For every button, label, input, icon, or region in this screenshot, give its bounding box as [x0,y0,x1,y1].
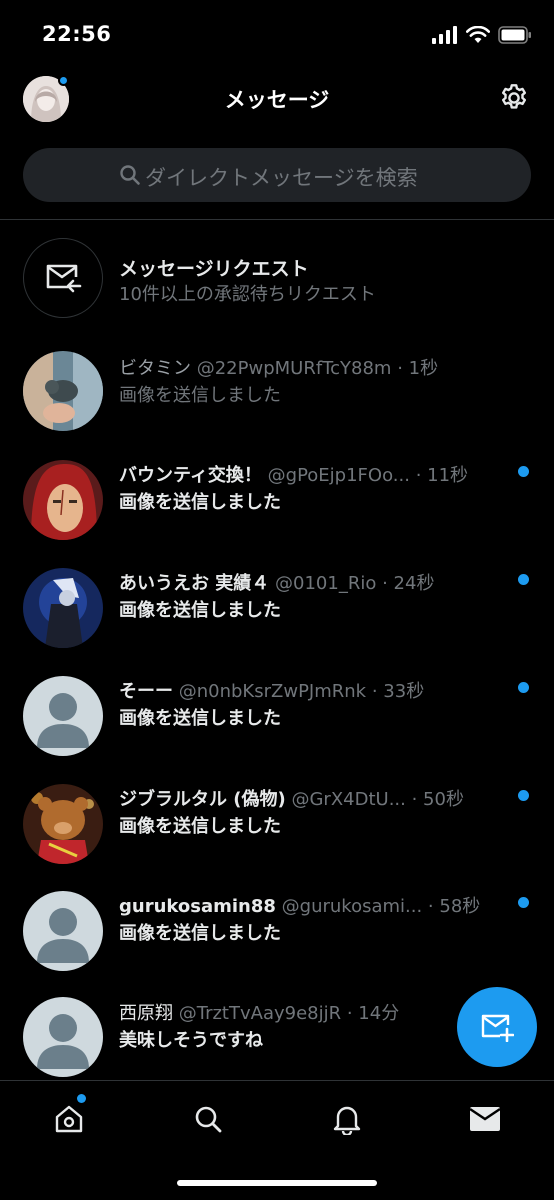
conversation-preview: 画像を送信しました [119,600,281,621]
new-message-button[interactable] [457,987,537,1067]
page-title: メッセージ [224,88,330,112]
conversation-header: あいうえお 実績４ @0101_Rio · 24秒 [119,569,514,595]
header: メッセージ [0,70,554,126]
conversation-time: · 33秒 [371,681,425,702]
unread-dot [518,466,529,477]
conversation-row[interactable]: ビタミン @22PwpMURfTcY88m · 1秒 画像を送信しました [0,343,554,443]
unread-dot [518,897,529,908]
default-avatar [23,891,103,971]
conversation-handle: @gurukosami... [281,896,423,917]
status-icons [432,24,532,46]
conversation-handle: @TrztTvAay9e8jjR [178,1003,342,1024]
conversation-name: gurukosamin88 [119,896,276,917]
message-request-icon-container [23,238,103,318]
status-bar: 22:56 [0,0,554,70]
messages-screen: 22:56 メッセージ ダイレクトメッセージを検索 メッセージリクエスト 10件… [0,0,554,1200]
battery-icon [498,26,531,44]
status-time: 22:56 [42,22,112,46]
default-avatar [23,676,103,756]
unread-dot [518,790,529,801]
avatar [23,568,103,648]
new-message-icon [481,1014,514,1042]
divider [0,219,554,220]
search-icon [195,1106,222,1133]
conversation-header: バウンティ交換！ @gPoEjp1FOo... · 11秒 [119,461,514,487]
conversation-time: · 14分 [346,1003,400,1024]
message-requests-subtitle: 10件以上の承認待ちリクエスト [119,284,376,305]
conversation-name: 西原翔 [119,1003,173,1024]
conversation-name: ジブラルタル (偽物) [119,789,286,810]
search-icon [120,165,140,185]
conversation-time: · 58秒 [427,896,481,917]
conversation-preview: 画像を送信しました [119,816,281,837]
tab-notifications[interactable] [327,1099,367,1139]
bell-icon [333,1106,361,1135]
unread-dot [518,574,529,585]
conversation-handle: @gPoEjp1FOo... [267,465,410,486]
mail-icon [469,1107,501,1131]
conversation-row[interactable]: そーー @n0nbKsrZwPJmRnk · 33秒 画像を送信しました [0,666,554,766]
conversation-row[interactable]: バウンティ交換！ @gPoEjp1FOo... · 11秒 画像を送信しました [0,450,554,550]
conversation-header: ビタミン @22PwpMURfTcY88m · 1秒 [119,354,514,380]
tab-search[interactable] [188,1099,228,1139]
conversation-time: · 11秒 [415,465,469,486]
conversation-preview: 画像を送信しました [119,923,281,944]
conversation-row[interactable]: あいうえお 実績４ @0101_Rio · 24秒 画像を送信しました [0,558,554,658]
conversation-name: バウンティ交換！ [119,465,262,486]
conversation-preview: 画像を送信しました [119,492,281,513]
default-avatar [23,997,103,1077]
conversation-header: ジブラルタル (偽物) @GrX4DtU... · 50秒 [119,785,514,811]
conversation-handle: @0101_Rio [275,573,377,594]
gear-icon [502,84,526,109]
conversation-time: · 1秒 [397,358,439,379]
search-input[interactable]: ダイレクトメッセージを検索 [23,148,531,202]
message-request-icon [46,264,82,293]
signal-icon [432,26,457,44]
conversation-name: あいうえお 実績４ [119,573,270,594]
conversation-preview: 画像を送信しました [119,708,281,729]
conversation-handle: @22PwpMURfTcY88m [196,358,392,379]
conversation-name: ビタミン [119,358,191,379]
conversation-row[interactable]: ジブラルタル (偽物) @GrX4DtU... · 50秒 画像を送信しました [0,774,554,874]
avatar [23,351,103,431]
search-placeholder: ダイレクトメッセージを検索 [145,166,418,190]
avatar [23,784,103,864]
avatar [23,460,103,540]
tab-messages[interactable] [465,1099,505,1139]
home-icon [55,1105,83,1133]
message-requests-title: メッセージリクエスト [119,258,309,280]
conversation-handle: @n0nbKsrZwPJmRnk [178,681,367,702]
conversation-preview: 美味しそうですね [119,1030,263,1051]
settings-button[interactable] [498,82,530,114]
wifi-icon [466,26,490,43]
conversation-time: · 24秒 [382,573,435,594]
conversation-row[interactable]: gurukosamin88 @gurukosami... · 58秒 画像を送信… [0,881,554,981]
tab-home[interactable] [49,1099,89,1139]
conversation-name: そーー [119,681,173,702]
conversation-time: · 50秒 [411,789,464,810]
conversation-handle: @GrX4DtU... [291,789,406,810]
unread-dot [518,682,529,693]
conversation-header: 西原翔 @TrztTvAay9e8jjR · 14分 [119,999,514,1025]
home-notification-dot [77,1094,86,1103]
conversation-preview: 画像を送信しました [119,385,281,406]
conversation-header: そーー @n0nbKsrZwPJmRnk · 33秒 [119,677,514,703]
home-indicator [177,1180,377,1186]
conversation-header: gurukosamin88 @gurukosami... · 58秒 [119,892,514,918]
